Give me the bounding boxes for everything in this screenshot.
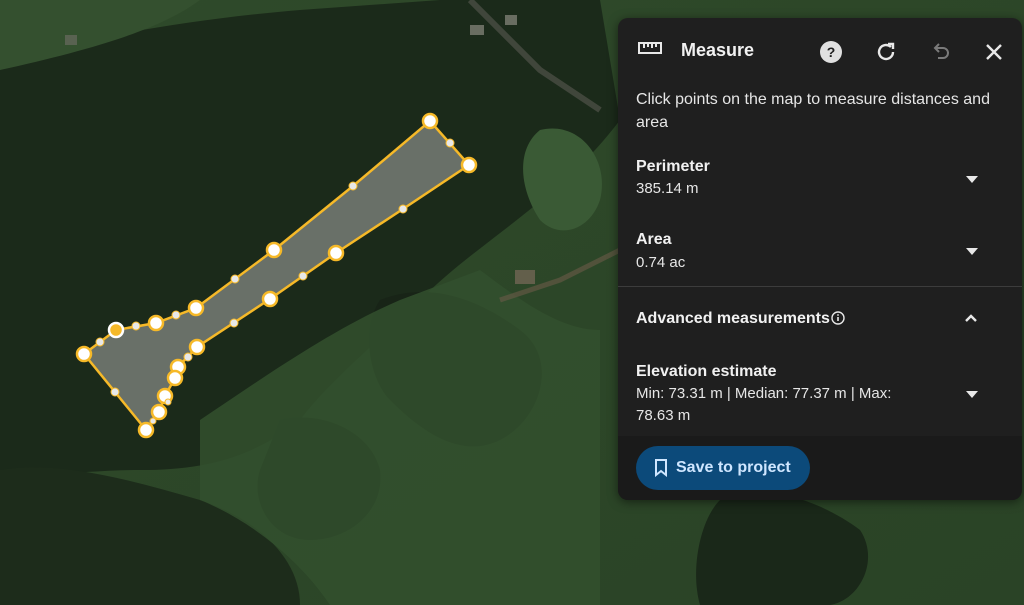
svg-text:?: ?	[827, 44, 836, 60]
instructions-text: Click points on the map to measure dista…	[636, 91, 990, 131]
area-row[interactable]: Area 0.74 ac	[618, 229, 1022, 279]
info-icon[interactable]	[831, 311, 845, 325]
perimeter-value: 385.14 m	[636, 180, 699, 197]
midpoint-handle	[230, 274, 240, 284]
active-vertex-handle[interactable]	[107, 321, 125, 339]
save-to-project-button[interactable]: Save to project	[636, 446, 810, 490]
chevron-up-icon[interactable]	[964, 313, 978, 323]
midpoint-handle	[183, 352, 193, 362]
save-to-project-label: Save to project	[676, 459, 791, 476]
midpoint-handle	[348, 181, 358, 191]
vertex-handle	[265, 241, 283, 259]
vertex-handle	[147, 314, 165, 332]
midpoint-handle	[95, 337, 105, 347]
vertex-handle	[421, 112, 439, 130]
vertex-handle	[137, 421, 155, 439]
undo-icon[interactable]	[928, 40, 952, 64]
section-divider	[618, 286, 1022, 287]
perimeter-label: Perimeter	[636, 158, 710, 175]
bookmark-icon	[654, 459, 668, 477]
close-icon[interactable]	[982, 40, 1006, 64]
midpoint-handle	[171, 310, 181, 320]
measure-panel: Measure ? Click points on the map to mea…	[618, 18, 1022, 500]
midpoint-handle	[298, 271, 308, 281]
ruler-icon	[638, 40, 662, 56]
midpoint-handle	[445, 138, 455, 148]
vertex-handle	[327, 244, 345, 262]
refresh-icon[interactable]	[874, 40, 898, 64]
vertex-handle	[460, 156, 478, 174]
perimeter-row[interactable]: Perimeter 385.14 m	[618, 156, 1022, 206]
vertex-handle	[188, 338, 206, 356]
chevron-down-icon[interactable]	[966, 391, 978, 398]
area-label: Area	[636, 231, 672, 248]
vertex-handle	[187, 299, 205, 317]
panel-header: Measure ?	[618, 18, 1022, 84]
elevation-label: Elevation estimate	[636, 363, 777, 380]
vertex-handle	[75, 345, 93, 363]
panel-title: Measure	[681, 40, 755, 60]
area-value: 0.74 ac	[636, 254, 686, 271]
elevation-row[interactable]: Elevation estimate Min: 73.31 m | Median…	[618, 361, 1022, 431]
midpoint-handle	[149, 417, 157, 425]
midpoint-handle	[398, 204, 408, 214]
chevron-down-icon[interactable]	[966, 248, 978, 255]
advanced-measurements-label: Advanced measurements	[636, 310, 830, 327]
chevron-down-icon[interactable]	[966, 176, 978, 183]
midpoint-handle	[229, 318, 239, 328]
elevation-value: Min: 73.31 m | Median: 77.37 m | Max: 78…	[636, 385, 892, 424]
midpoint-handle	[131, 321, 141, 331]
midpoint-handle	[164, 398, 172, 406]
midpoint-handle	[110, 387, 120, 397]
help-icon[interactable]: ?	[819, 40, 843, 64]
vertex-handle	[150, 403, 168, 421]
vertex-handle	[261, 290, 279, 308]
vertex-handle	[166, 369, 184, 387]
advanced-measurements-header[interactable]: Advanced measurements	[618, 308, 1022, 332]
